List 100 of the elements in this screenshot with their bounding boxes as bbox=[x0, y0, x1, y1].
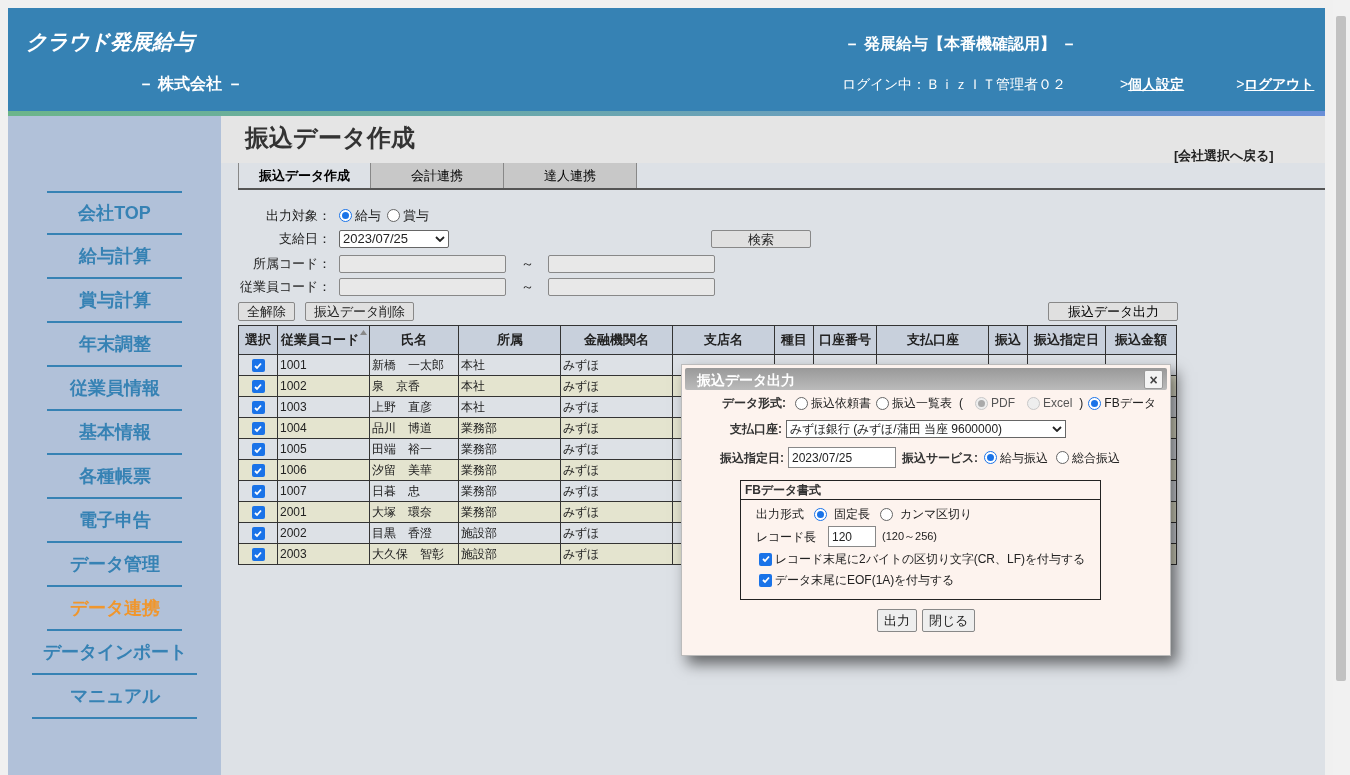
field-label: 支給日： bbox=[278, 230, 332, 248]
search-button[interactable]: 検索 bbox=[711, 230, 811, 248]
system-title: － 発展給与【本番機確認用】 － bbox=[844, 34, 1077, 54]
radio-button[interactable] bbox=[984, 451, 997, 464]
parenthesis: ( bbox=[959, 395, 963, 412]
chevron-down-icon bbox=[1052, 426, 1062, 432]
export-button[interactable]: 振込データ出力 bbox=[1048, 302, 1178, 321]
checkbox[interactable] bbox=[251, 506, 265, 520]
column-header[interactable]: 振込指定日 bbox=[1027, 325, 1106, 355]
column-header[interactable]: 金融機関名 bbox=[560, 325, 673, 355]
radio-button[interactable] bbox=[880, 507, 893, 521]
radio-label: 給与 bbox=[355, 207, 381, 225]
table-cell: 大塚 環奈 bbox=[372, 505, 432, 519]
column-header[interactable]: 支店名 bbox=[672, 325, 775, 355]
table-cell: 施設部 bbox=[461, 526, 497, 540]
dialog-title: 振込データ出力 bbox=[697, 371, 795, 390]
radio-button[interactable] bbox=[339, 209, 352, 223]
input-field[interactable] bbox=[339, 277, 506, 296]
action-button[interactable]: 振込データ削除 bbox=[305, 302, 414, 321]
checkbox[interactable] bbox=[251, 380, 265, 394]
table-cell: 田端 裕一 bbox=[372, 442, 432, 456]
table-cell: 汐留 美華 bbox=[372, 463, 432, 477]
dialog-button[interactable]: 閉じる bbox=[922, 609, 975, 632]
table-cell: みずほ bbox=[563, 379, 599, 393]
radio-label: 振込一覧表 bbox=[892, 395, 952, 412]
table-cell: みずほ bbox=[563, 400, 599, 414]
input-field[interactable] bbox=[548, 277, 715, 296]
radio-button[interactable] bbox=[814, 507, 827, 521]
column-header[interactable]: 氏名 bbox=[369, 325, 459, 355]
checkbox-label: データ末尾にEOF(1A)を付与する bbox=[775, 572, 955, 589]
table-cell: 1002 bbox=[280, 379, 307, 393]
checkbox[interactable] bbox=[251, 401, 265, 415]
dialog-button[interactable]: 出力 bbox=[877, 609, 917, 632]
radio-label: PDF bbox=[991, 395, 1015, 412]
date-select[interactable]: 2023/07/25 bbox=[339, 229, 449, 248]
header-link[interactable]: >ログアウト bbox=[1236, 74, 1315, 95]
field-label: 所属コード： bbox=[252, 255, 332, 273]
radio-label: 賞与 bbox=[403, 207, 429, 225]
input-field[interactable] bbox=[339, 254, 506, 273]
table-cell: 1005 bbox=[280, 442, 307, 456]
radio-button[interactable] bbox=[1056, 451, 1069, 464]
table-cell: みずほ bbox=[563, 442, 599, 456]
account-select[interactable]: みずほ銀行 (みずほ/蒲田 当座 9600000) bbox=[786, 420, 1066, 438]
tab[interactable]: 会計連携 bbox=[371, 163, 504, 188]
hint-text: (120～256) bbox=[882, 529, 938, 545]
radio-label: FBデータ bbox=[1104, 395, 1156, 412]
tab[interactable]: 振込データ作成 bbox=[238, 163, 371, 188]
table-cell: 業務部 bbox=[461, 484, 497, 498]
checkbox[interactable] bbox=[251, 443, 265, 457]
field-label: 出力対象： bbox=[265, 207, 332, 225]
field-label: 振込サービス: bbox=[902, 449, 978, 467]
parenthesis: ) bbox=[1079, 395, 1084, 412]
back-link[interactable]: [会社選択へ戻る] bbox=[1174, 146, 1274, 166]
table-cell: 目黒 香澄 bbox=[372, 526, 432, 540]
range-separator: ～ bbox=[519, 255, 535, 273]
checkbox[interactable] bbox=[251, 422, 265, 436]
column-header[interactable]: 所属 bbox=[458, 325, 561, 355]
column-header[interactable]: 選択 bbox=[238, 325, 278, 355]
table-cell: 1001 bbox=[280, 358, 307, 372]
close-button[interactable]: × bbox=[1144, 370, 1163, 389]
field-label: データ形式: bbox=[721, 395, 787, 412]
checkbox[interactable] bbox=[759, 573, 772, 587]
input-field[interactable]: 120 bbox=[828, 526, 876, 547]
radio-button[interactable] bbox=[387, 209, 400, 223]
column-header[interactable]: 振込 bbox=[988, 325, 1028, 355]
checkbox[interactable] bbox=[251, 485, 265, 499]
column-header[interactable]: 口座番号 bbox=[813, 325, 877, 355]
column-header[interactable]: 支払口座 bbox=[876, 325, 989, 355]
column-header[interactable]: 従業員コード bbox=[277, 325, 370, 355]
checkbox[interactable] bbox=[251, 464, 265, 478]
field-label: レコード長 bbox=[756, 528, 817, 546]
radio-label: カンマ区切り bbox=[900, 506, 972, 523]
table-cell: みずほ bbox=[563, 463, 599, 477]
checkbox[interactable] bbox=[251, 359, 265, 373]
table-cell: みずほ bbox=[563, 484, 599, 498]
table-cell: 本社 bbox=[461, 358, 485, 372]
radio-button[interactable] bbox=[876, 396, 889, 410]
header-link[interactable]: >個人設定 bbox=[1120, 74, 1185, 95]
table-cell: 1007 bbox=[280, 484, 307, 498]
radio-button[interactable] bbox=[1088, 396, 1102, 410]
column-header[interactable]: 振込金額 bbox=[1105, 325, 1177, 355]
radio-label: 振込依頼書 bbox=[811, 395, 871, 412]
column-header[interactable]: 種目 bbox=[774, 325, 814, 355]
radio-button[interactable] bbox=[795, 396, 808, 410]
table-cell: 上野 直彦 bbox=[372, 400, 432, 414]
table-cell: 大久保 智彰 bbox=[372, 547, 444, 561]
date-input[interactable]: 2023/07/25 bbox=[788, 447, 896, 468]
table-cell: みずほ bbox=[563, 526, 599, 540]
page-title: 振込データ作成 bbox=[245, 123, 415, 153]
checkbox[interactable] bbox=[251, 527, 265, 541]
tab[interactable]: 達人連携 bbox=[504, 163, 637, 188]
field-label: 支払口座: bbox=[729, 421, 783, 438]
action-button[interactable]: 全解除 bbox=[238, 302, 295, 321]
checkbox[interactable] bbox=[251, 548, 265, 562]
table-cell: みずほ bbox=[563, 358, 599, 372]
table-cell: 本社 bbox=[461, 400, 485, 414]
input-field[interactable] bbox=[548, 254, 715, 273]
table-cell: 新橋 一太郎 bbox=[372, 358, 444, 372]
checkbox[interactable] bbox=[759, 552, 772, 566]
checkbox-label: レコード末尾に2バイトの区切り文字(CR、LF)を付与する bbox=[775, 551, 1085, 568]
